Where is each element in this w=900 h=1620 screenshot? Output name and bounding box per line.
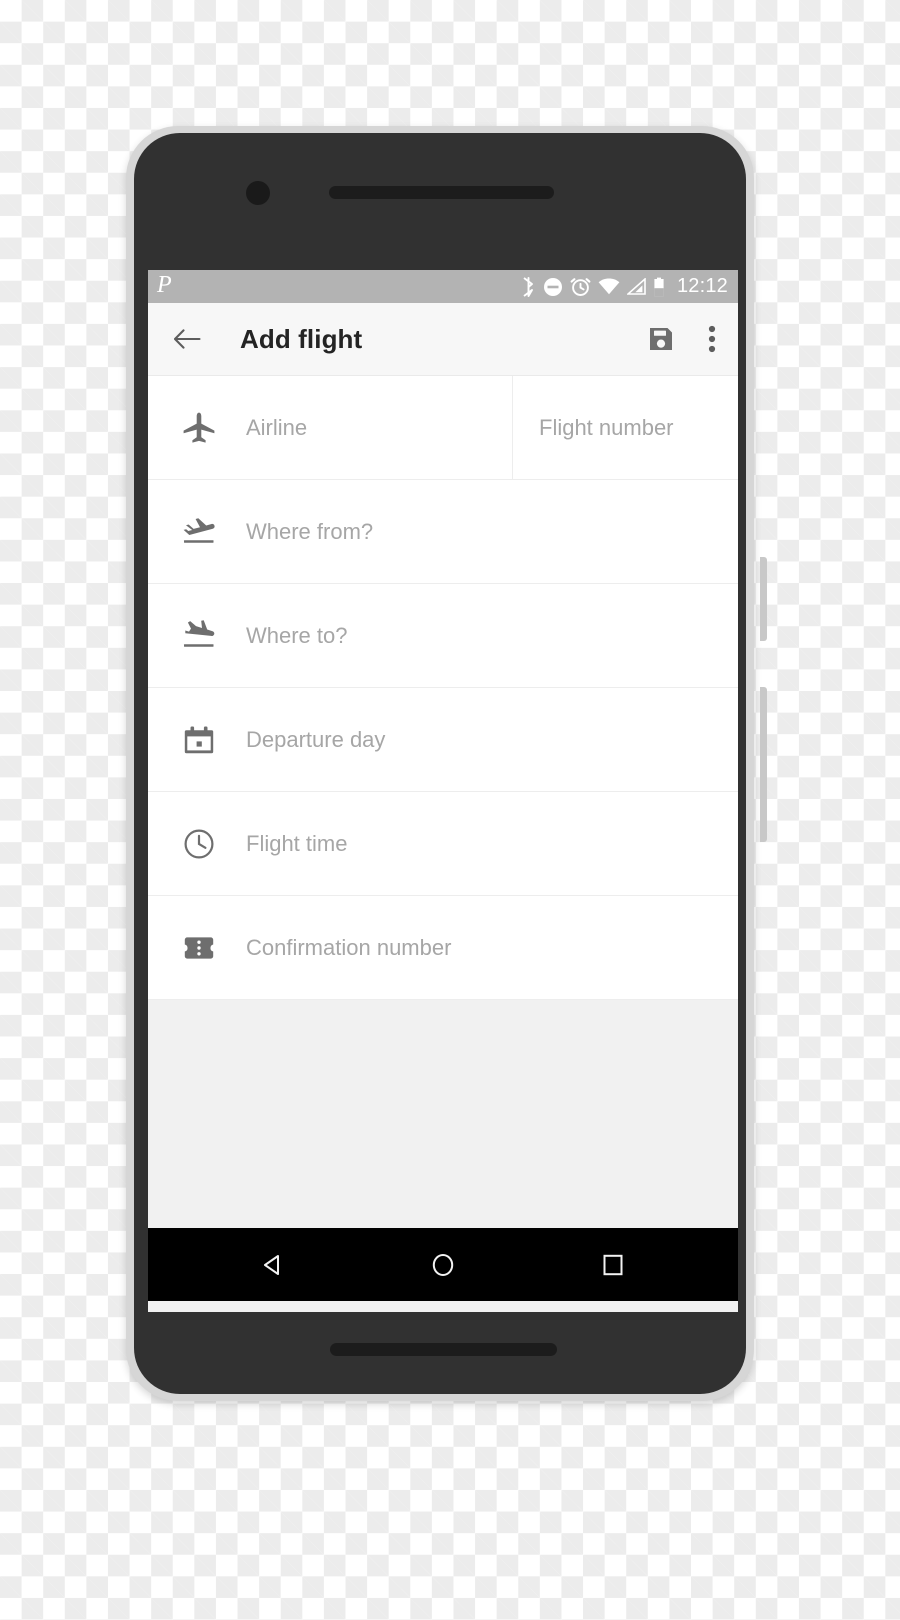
table-row[interactable]: Where to?	[148, 584, 738, 688]
airline-field[interactable]: Airline	[148, 376, 512, 479]
table-row[interactable]: Departure day	[148, 688, 738, 792]
where-from-placeholder: Where from?	[246, 518, 374, 544]
flight-number-placeholder: Flight number	[539, 414, 674, 440]
nav-home-circle-icon[interactable]	[413, 1235, 473, 1295]
toolbar-actions	[648, 325, 716, 353]
volume-button[interactable]	[760, 687, 767, 842]
table-row[interactable]: Airline Flight number	[148, 376, 738, 480]
bottom-speaker	[330, 1343, 557, 1356]
nav-recents-square-icon[interactable]	[583, 1235, 643, 1295]
arrow-back-icon[interactable]	[172, 324, 202, 354]
power-button[interactable]	[760, 557, 767, 641]
phone-frame: P 12:12 Add flight Airline Flight number…	[126, 126, 767, 1401]
nav-back-triangle-icon[interactable]	[243, 1235, 303, 1295]
empty-content-area	[148, 1000, 738, 1228]
departure-day-placeholder: Departure day	[246, 726, 386, 752]
camera-lens-icon	[246, 181, 270, 205]
app-toolbar: Add flight	[148, 303, 738, 376]
add-flight-form: Airline Flight number Where from? Where …	[148, 376, 738, 1000]
flight-time-placeholder: Flight time	[246, 830, 348, 856]
do-not-disturb-icon	[543, 277, 563, 297]
status-bar: P 12:12	[148, 270, 738, 303]
table-row[interactable]: Flight time	[148, 792, 738, 896]
cellular-signal-icon	[626, 278, 646, 295]
flight-takeoff-icon	[148, 515, 246, 549]
confirmation-number-placeholder: Confirmation number	[246, 934, 452, 960]
status-bar-icons: 12:12	[521, 275, 728, 298]
flight-number-field[interactable]: Flight number	[512, 376, 738, 479]
app-logo-p-icon: P	[157, 272, 172, 298]
where-to-placeholder: Where to?	[246, 622, 348, 648]
save-floppy-disk-icon[interactable]	[648, 326, 674, 352]
confirmation-number-ticket-icon	[148, 935, 246, 961]
bluetooth-icon	[521, 276, 536, 297]
more-vert-icon[interactable]	[708, 325, 716, 353]
earpiece-speaker	[329, 186, 554, 199]
alarm-icon	[570, 276, 591, 297]
status-bar-clock: 12:12	[676, 275, 728, 297]
page-title: Add flight	[240, 323, 363, 354]
airplane-icon	[148, 411, 246, 445]
phone-body: P 12:12 Add flight Airline Flight number…	[134, 133, 767, 1394]
clock-icon	[148, 828, 246, 860]
battery-icon	[653, 277, 665, 297]
android-navigation-bar	[148, 1228, 738, 1301]
table-row[interactable]: Confirmation number	[148, 896, 738, 1000]
table-row[interactable]: Where from?	[148, 480, 738, 584]
calendar-icon	[148, 724, 246, 756]
flight-land-icon	[148, 619, 246, 653]
airline-placeholder: Airline	[246, 414, 308, 440]
wifi-icon	[598, 278, 620, 295]
phone-screen: P 12:12 Add flight Airline Flight number…	[148, 270, 738, 1312]
